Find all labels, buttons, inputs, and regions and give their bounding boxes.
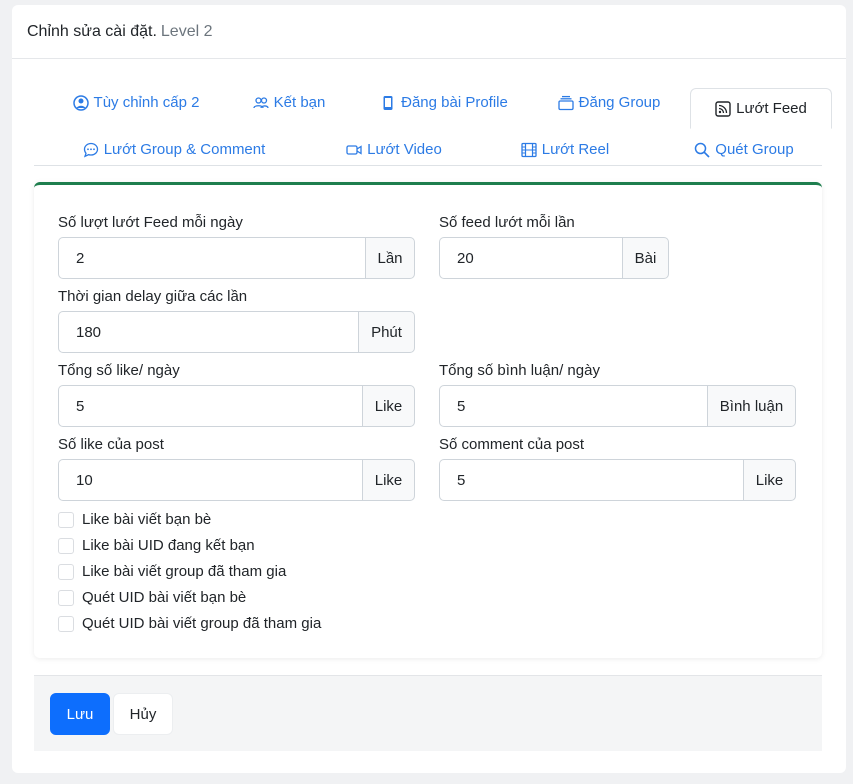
feed-per-day-input[interactable] — [58, 237, 365, 279]
checkbox-label: Like bài viết group đã tham gia — [82, 563, 287, 580]
checkbox-box[interactable] — [58, 537, 74, 554]
checkbox-label: Quét UID bài viết group đã tham gia — [82, 615, 322, 632]
rss-icon — [715, 100, 731, 117]
checkbox-label: Like bài UID đang kết bạn — [82, 537, 255, 554]
delay-group: Phút — [58, 311, 415, 353]
tab-post-profile[interactable]: Đăng bài Profile — [364, 82, 524, 123]
checkbox-scan-uid-friends-posts[interactable]: Quét UID bài viết bạn bè — [58, 589, 246, 606]
comments-per-post-input[interactable] — [439, 459, 743, 501]
tab-label: Đăng bài Profile — [401, 94, 508, 111]
phone-icon — [380, 95, 396, 111]
tab-bar: Tùy chỉnh cấp 2 Kết bạn Đăng bài Profile… — [34, 82, 832, 166]
checkbox-scan-uid-joined-group-posts[interactable]: Quét UID bài viết group đã tham gia — [58, 615, 321, 632]
film-icon — [521, 142, 537, 158]
likes-per-post-label: Số like của post — [58, 436, 164, 453]
comments-per-post-group: Like — [439, 459, 796, 501]
checkbox-like-friends-posts[interactable]: Like bài viết bạn bè — [58, 511, 211, 528]
people-icon — [252, 95, 269, 111]
search-icon — [694, 142, 710, 158]
settings-modal: Chỉnh sửa cài đặt. Level 2 Tùy chỉnh cấp… — [12, 5, 846, 773]
tab-label: Lướt Group & Comment — [103, 141, 266, 158]
tab-custom-level-2[interactable]: Tùy chỉnh cấp 2 — [46, 82, 226, 123]
tab-label: Tùy chỉnh cấp 2 — [93, 94, 200, 111]
feed-per-time-input[interactable] — [439, 237, 622, 279]
checkbox-box[interactable] — [58, 589, 74, 606]
camera-video-icon — [346, 142, 362, 158]
save-button[interactable]: Lưu — [50, 693, 110, 735]
delay-unit: Phút — [358, 311, 415, 353]
user-circle-icon — [72, 94, 89, 111]
likes-per-day-unit: Like — [362, 385, 415, 427]
tab-scroll-video[interactable]: Lướt Video — [334, 129, 454, 170]
likes-per-post-unit: Like — [362, 459, 415, 501]
delay-label: Thời gian delay giữa các lần — [58, 288, 248, 305]
comments-per-day-label: Tổng số bình luận/ ngày — [439, 362, 600, 379]
likes-per-day-group: Like — [58, 385, 415, 427]
tab-scan-group[interactable]: Quét Group — [684, 129, 804, 170]
tab-label: Lướt Feed — [736, 100, 807, 117]
feed-per-day-group: Lần — [58, 237, 415, 279]
tab-post-group[interactable]: Đăng Group — [544, 82, 674, 123]
checkbox-label: Quét UID bài viết bạn bè — [82, 589, 247, 606]
tab-label: Quét Group — [715, 141, 794, 158]
likes-per-post-group: Like — [58, 459, 415, 501]
tab-label: Lướt Reel — [541, 141, 610, 158]
likes-per-day-input[interactable] — [58, 385, 362, 427]
likes-per-post-input[interactable] — [58, 459, 362, 501]
chat-dots-icon — [83, 142, 99, 158]
tab-scroll-reel[interactable]: Lướt Reel — [510, 129, 620, 170]
tab-scroll-group-comment[interactable]: Lướt Group & Comment — [74, 129, 274, 170]
feed-per-day-label: Số lượt lướt Feed mỗi ngày — [58, 214, 243, 231]
tab-scroll-feed[interactable]: Lướt Feed — [690, 88, 832, 129]
comments-per-post-label: Số comment của post — [439, 436, 585, 453]
checkbox-like-uid-friending[interactable]: Like bài UID đang kết bạn — [58, 537, 255, 554]
tab-label: Lướt Video — [367, 141, 442, 158]
feed-per-day-unit: Lần — [365, 237, 415, 279]
checkbox-box[interactable] — [58, 511, 74, 528]
feed-per-time-unit: Bài — [622, 237, 669, 279]
modal-subtitle: Level 2 — [160, 22, 213, 40]
checkbox-label: Like bài viết bạn bè — [82, 511, 212, 528]
likes-per-day-label: Tổng số like/ ngày — [58, 362, 180, 379]
feed-per-time-group: Bài — [439, 237, 669, 279]
tab-add-friend[interactable]: Kết bạn — [234, 82, 344, 123]
cancel-button[interactable]: Hủy — [113, 693, 173, 735]
tab-label: Đăng Group — [578, 94, 661, 111]
checkbox-box[interactable] — [58, 563, 74, 580]
delay-input[interactable] — [58, 311, 358, 353]
feed-per-time-label: Số feed lướt mỗi lần — [439, 214, 575, 231]
modal-title: Chỉnh sửa cài đặt. — [27, 22, 157, 40]
comments-per-day-unit: Bình luận — [707, 385, 796, 427]
checkbox-like-joined-group-posts[interactable]: Like bài viết group đã tham gia — [58, 563, 286, 580]
modal-header: Chỉnh sửa cài đặt. Level 2 — [12, 5, 846, 59]
collection-icon — [557, 95, 574, 111]
tab-label: Kết bạn — [273, 94, 326, 111]
comments-per-post-unit: Like — [743, 459, 796, 501]
comments-per-day-input[interactable] — [439, 385, 707, 427]
checkbox-box[interactable] — [58, 615, 74, 632]
modal-footer: Lưu Hủy — [34, 675, 822, 751]
comments-per-day-group: Bình luận — [439, 385, 796, 427]
feed-settings-card: Số lượt lướt Feed mỗi ngày Lần Số feed l… — [34, 182, 822, 658]
